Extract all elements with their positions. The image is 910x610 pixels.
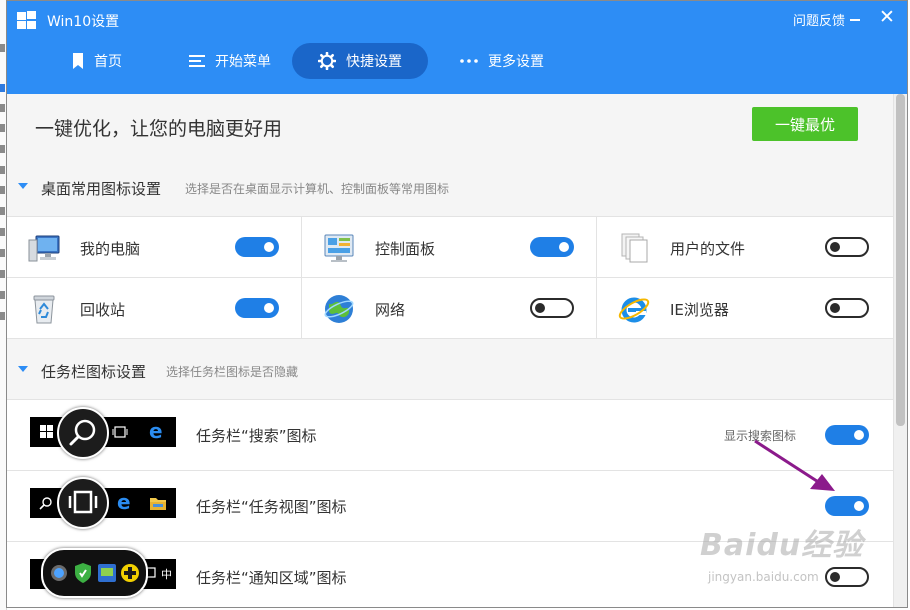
toggle-switch[interactable] xyxy=(530,237,574,257)
section-title: 任务栏图标设置 xyxy=(41,363,147,381)
item-label: 用户的文件 xyxy=(670,240,746,258)
tab-more-settings[interactable]: 更多设置 xyxy=(447,43,557,79)
ime-indicator: 中 xyxy=(161,568,172,581)
app-tray-icon xyxy=(51,565,67,581)
tray-icons-magnified xyxy=(41,548,148,598)
bookmark-icon xyxy=(73,53,83,69)
gear-icon xyxy=(318,52,336,70)
scrollbar[interactable] xyxy=(893,94,907,607)
desktop-item-recycle-bin: 回收站 xyxy=(7,278,302,338)
section-desc: 选择是否在桌面显示计算机、控制面板等常用图标 xyxy=(185,182,450,196)
ie-browser-icon xyxy=(618,297,650,323)
item-label: 任务栏“通知区域”图标 xyxy=(196,569,347,587)
task-view-icon xyxy=(112,426,128,438)
tab-quick-settings[interactable]: 快捷设置 xyxy=(292,43,428,79)
item-label: 控制面板 xyxy=(375,240,436,258)
monitor-tray-icon xyxy=(98,564,116,582)
search-icon xyxy=(57,407,109,459)
close-button[interactable]: ✕ xyxy=(877,6,897,28)
optimize-text: 一键优化，让您的电脑更好用 xyxy=(35,118,283,140)
section-title: 桌面常用图标设置 xyxy=(41,180,162,198)
search-icon xyxy=(39,497,52,510)
app-title: Win10设置 xyxy=(47,14,120,30)
recycle-bin-icon xyxy=(33,295,55,324)
tab-label: 快捷设置 xyxy=(346,54,402,70)
toggle-switch[interactable] xyxy=(825,425,869,445)
desktop-item-ie: IE浏览器 xyxy=(597,278,892,338)
baidu-watermark: Baidu经验 jingyan.baidu.com xyxy=(700,520,865,600)
taskbar-icons-section-header: 任务栏图标设置 选择任务栏图标是否隐藏 xyxy=(7,339,895,400)
toggle-switch[interactable] xyxy=(235,298,279,318)
collapse-arrow-icon[interactable] xyxy=(18,183,28,189)
settings-window: Win10设置 问题反馈 ✕ 首页 开始菜单 快捷设置 更多设置 一键优化，让您… xyxy=(6,0,908,608)
documents-icon xyxy=(621,233,648,263)
toggle-switch[interactable] xyxy=(235,237,279,257)
item-hint: 显示搜索图标 xyxy=(724,429,797,443)
shield-icon xyxy=(75,563,91,583)
taskbar-item-search: e 任务栏“搜索”图标 显示搜索图标 xyxy=(7,400,895,471)
desktop-item-network: 网络 xyxy=(302,278,597,338)
more-icon xyxy=(460,59,478,63)
task-view-icon xyxy=(57,477,109,529)
scroll-thumb[interactable] xyxy=(896,94,905,426)
tab-label: 首页 xyxy=(94,54,122,70)
tab-label: 更多设置 xyxy=(488,54,544,70)
optimize-bar: 一键优化，让您的电脑更好用 一键最优 xyxy=(7,94,895,157)
item-label: 回收站 xyxy=(80,301,126,319)
item-label: IE浏览器 xyxy=(670,301,729,319)
item-label: 网络 xyxy=(375,301,406,319)
toggle-switch[interactable] xyxy=(530,298,574,318)
main-nav: 首页 开始菜单 快捷设置 更多设置 xyxy=(7,43,907,79)
feedback-link[interactable]: 问题反馈 xyxy=(793,10,845,29)
control-panel-icon xyxy=(324,234,354,262)
section-desc: 选择任务栏图标是否隐藏 xyxy=(166,365,299,379)
desktop-icons-row: 回收站 网络 IE浏览器 xyxy=(7,278,895,339)
tab-label: 开始菜单 xyxy=(215,54,271,70)
desktop-item-user-files: 用户的文件 xyxy=(597,217,892,277)
edge-icon: e xyxy=(149,419,163,443)
tab-home[interactable]: 首页 xyxy=(52,43,142,79)
collapse-arrow-icon[interactable] xyxy=(18,366,28,372)
computer-icon xyxy=(28,235,60,262)
tab-start-menu[interactable]: 开始菜单 xyxy=(170,43,290,79)
toggle-switch[interactable] xyxy=(825,237,869,257)
windows-logo-icon xyxy=(40,425,53,438)
menu-icon xyxy=(189,55,205,67)
desktop-icons-row: 我的电脑 控制面板 用户的文件 xyxy=(7,217,895,278)
one-click-optimize-button[interactable]: 一键最优 xyxy=(752,107,858,141)
desktop-item-computer: 我的电脑 xyxy=(7,217,302,277)
desktop-item-control-panel: 控制面板 xyxy=(302,217,597,277)
folder-icon xyxy=(150,498,166,510)
desktop-icons-section-header: 桌面常用图标设置 选择是否在桌面显示计算机、控制面板等常用图标 xyxy=(7,156,895,217)
plus-tray-icon xyxy=(121,564,139,582)
watermark-url: jingyan.baidu.com xyxy=(708,570,819,584)
windows-logo-icon xyxy=(17,11,37,29)
title-bar: Win10设置 问题反馈 ✕ 首页 开始菜单 快捷设置 更多设置 xyxy=(7,1,907,94)
minimize-button[interactable] xyxy=(847,10,863,26)
item-label: 我的电脑 xyxy=(80,240,141,258)
toggle-switch[interactable] xyxy=(825,298,869,318)
item-label: 任务栏“任务视图”图标 xyxy=(196,498,347,516)
edge-icon: e xyxy=(117,490,131,514)
toggle-switch[interactable] xyxy=(825,496,869,516)
network-globe-icon xyxy=(324,295,354,323)
item-label: 任务栏“搜索”图标 xyxy=(196,427,317,445)
watermark-logo: Baidu经验 xyxy=(700,528,864,563)
